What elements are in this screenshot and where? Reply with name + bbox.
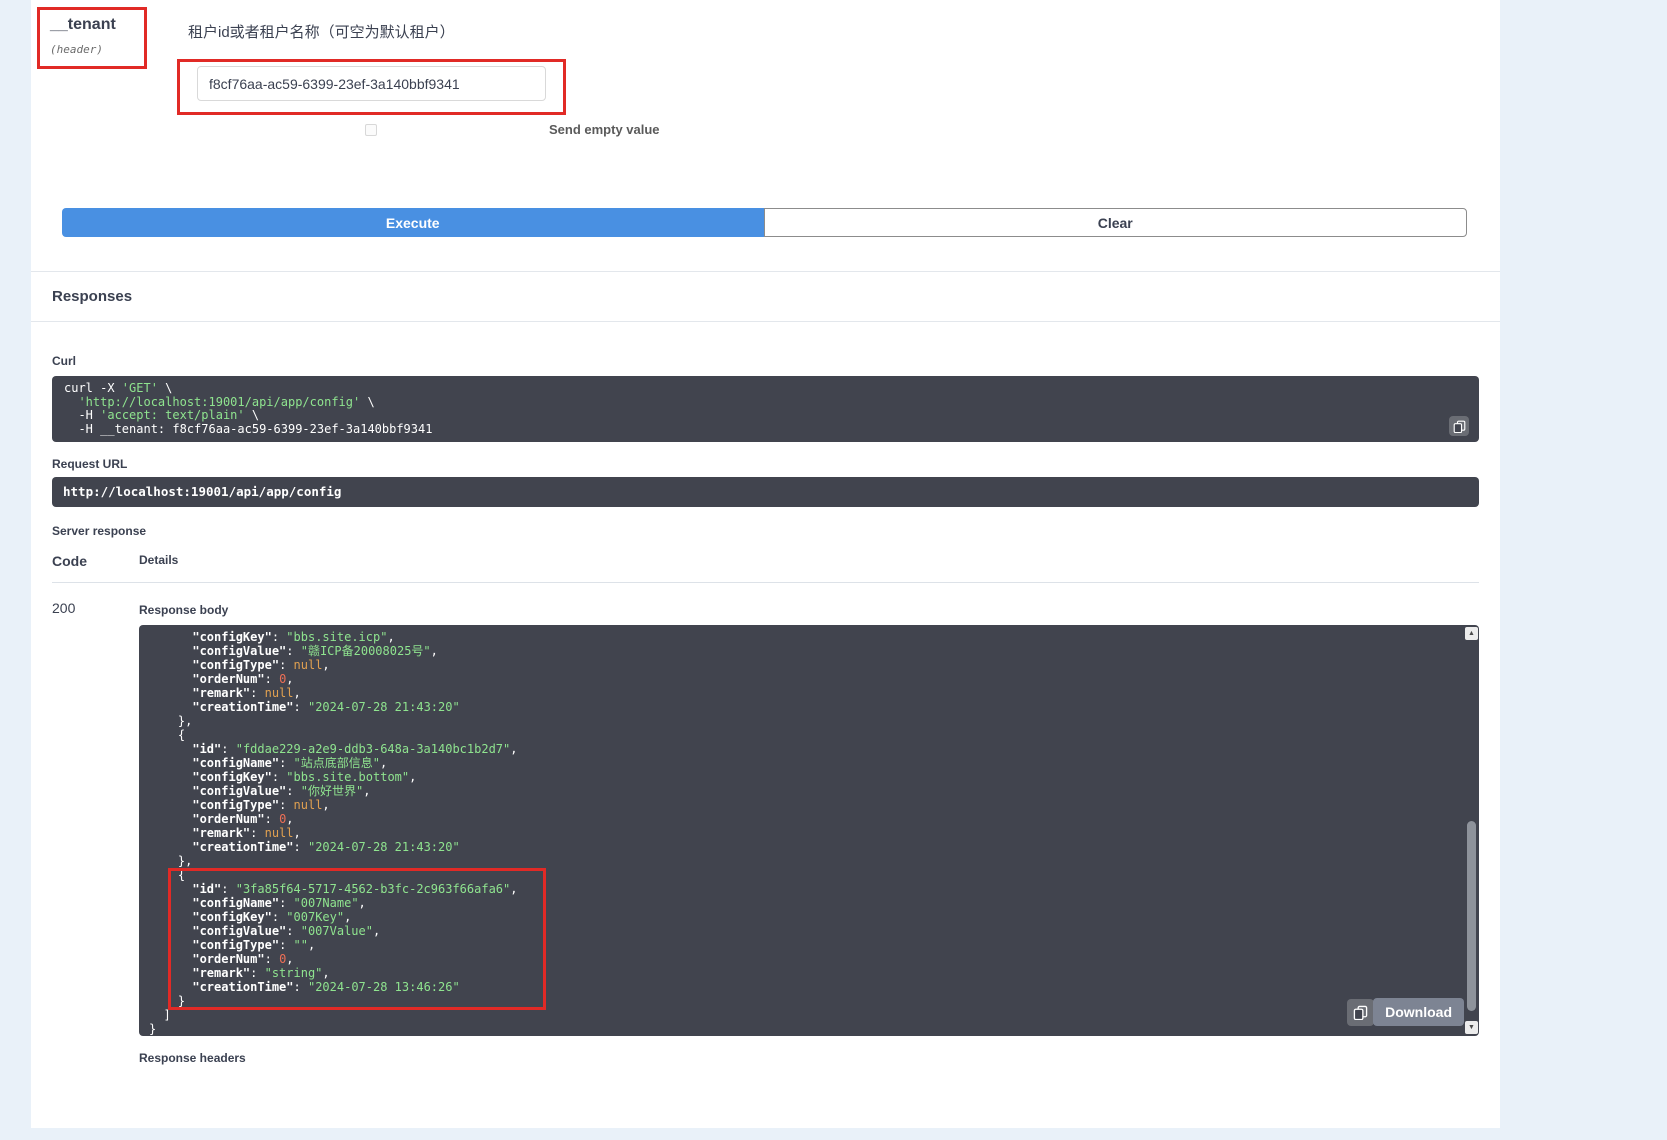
response-details-cell: Response body "configKey": "bbs.site.icp…: [139, 600, 1479, 1065]
response-scrollbar[interactable]: ▲ ▼: [1464, 627, 1478, 1034]
param-description-column: 租户id或者租户名称（可空为默认租户） Send empty value: [177, 7, 660, 137]
send-empty-row: Send empty value: [177, 122, 660, 137]
copy-icon[interactable]: [1449, 416, 1469, 436]
responses-body: Curl curl -X 'GET' \ 'http://localhost:1…: [31, 322, 1500, 1079]
param-location: (header): [50, 43, 134, 56]
details-column-header: Details: [139, 553, 178, 569]
response-table-header: Code Details: [52, 553, 1479, 583]
operation-panel: __tenant (header) 租户id或者租户名称（可空为默认租户） Se…: [31, 0, 1500, 1128]
request-url-label: Request URL: [52, 457, 1479, 471]
execute-button[interactable]: Execute: [62, 208, 764, 237]
param-input-annotation-box: [177, 59, 566, 115]
scroll-down-icon[interactable]: ▼: [1465, 1021, 1478, 1034]
status-code: 200: [52, 600, 139, 1065]
responses-section-title: Responses: [31, 271, 1500, 322]
parameter-row: __tenant (header) 租户id或者租户名称（可空为默认租户） Se…: [31, 0, 1500, 137]
server-response-label: Server response: [52, 524, 1479, 538]
send-empty-label: Send empty value: [549, 122, 660, 137]
response-body-block: "configKey": "bbs.site.icp", "configValu…: [139, 625, 1479, 1036]
response-table-row: 200 Response body "configKey": "bbs.site…: [52, 583, 1479, 1065]
curl-command-block: curl -X 'GET' \ 'http://localhost:19001/…: [52, 376, 1479, 442]
send-empty-checkbox[interactable]: [365, 124, 377, 136]
request-url-text: http://localhost:19001/api/app/config: [52, 477, 1479, 507]
clipboard-icon: [1453, 420, 1466, 433]
response-body-label: Response body: [139, 603, 1479, 617]
param-name-annotation-box: __tenant (header): [37, 7, 147, 69]
scroll-up-icon[interactable]: ▲: [1465, 627, 1478, 640]
response-body-json: "configKey": "bbs.site.icp", "configValu…: [139, 625, 1479, 1036]
param-name: __tenant: [50, 16, 134, 34]
request-url-block: http://localhost:19001/api/app/config: [52, 477, 1479, 507]
curl-label: Curl: [52, 354, 1479, 368]
download-button[interactable]: Download: [1373, 998, 1464, 1026]
param-description: 租户id或者租户名称（可空为默认租户）: [188, 21, 660, 42]
code-column-header: Code: [52, 553, 139, 569]
copy-response-icon[interactable]: [1347, 999, 1374, 1026]
scrollbar-thumb[interactable]: [1467, 821, 1476, 1011]
clear-button[interactable]: Clear: [764, 208, 1468, 237]
page-background: { "parameter": { "name": "__tenant", "in…: [0, 0, 1667, 1140]
response-headers-label: Response headers: [139, 1051, 1479, 1065]
clipboard-icon: [1353, 1005, 1368, 1020]
tenant-input[interactable]: [197, 66, 546, 101]
curl-command-text: curl -X 'GET' \ 'http://localhost:19001/…: [52, 376, 1479, 442]
execute-row: Execute Clear: [62, 208, 1467, 237]
